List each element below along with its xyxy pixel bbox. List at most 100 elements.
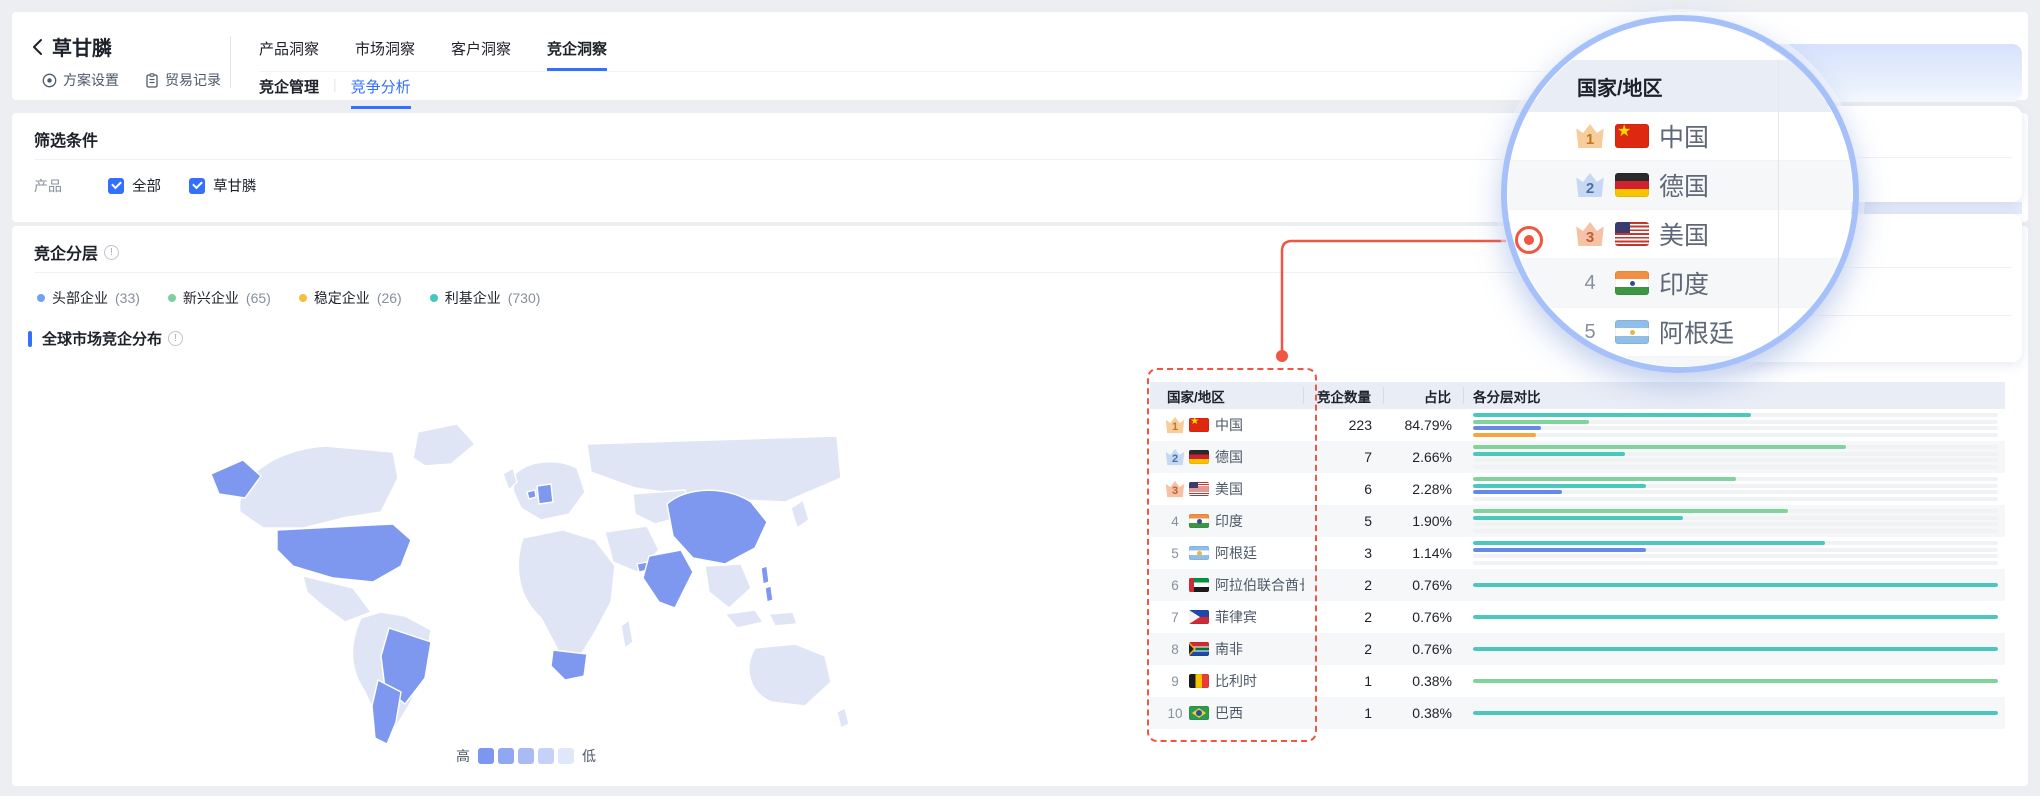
table-row[interactable]: 1中国22384.79% bbox=[1150, 409, 2005, 441]
magnifier-column-divider bbox=[1778, 60, 1779, 366]
cn-flag-icon bbox=[1189, 418, 1209, 432]
rank-slot: 4 bbox=[1575, 272, 1605, 295]
de-flag-icon bbox=[1615, 173, 1649, 197]
checkbox-label: 全部 bbox=[132, 175, 161, 196]
table-row[interactable]: 5阿根廷31.14% bbox=[1150, 537, 2005, 569]
info-icon[interactable]: ! bbox=[104, 245, 119, 260]
share-cell: 84.79% bbox=[1384, 409, 1464, 441]
product-checkbox-草甘膦[interactable]: 草甘膦 bbox=[189, 175, 257, 196]
bar-track bbox=[1473, 433, 1998, 437]
tab-竞企洞察[interactable]: 竞企洞察 bbox=[547, 24, 607, 71]
country-name: 比利时 bbox=[1215, 671, 1257, 691]
bar-track bbox=[1473, 583, 1998, 587]
col-share[interactable]: 占比 bbox=[1384, 387, 1464, 404]
br-flag-icon bbox=[1189, 706, 1209, 720]
table-row[interactable]: 3美国62.28% bbox=[1150, 473, 2005, 505]
scale-swatch bbox=[478, 748, 494, 764]
de-flag-icon bbox=[1189, 450, 1209, 464]
be-flag-icon bbox=[1189, 674, 1209, 688]
legend-item-emerging[interactable]: 新兴企业 (65) bbox=[168, 288, 271, 308]
legend-item-niche[interactable]: 利基企业 (730) bbox=[430, 288, 541, 308]
legend-dot-icon bbox=[299, 294, 307, 302]
stratification-legend: 头部企业 (33) 新兴企业 (65) 稳定企业 (26) 利基企业 (730) bbox=[37, 288, 540, 308]
count-cell: 2 bbox=[1304, 601, 1384, 633]
country-name: 南非 bbox=[1215, 639, 1243, 659]
layer-bars bbox=[1473, 679, 1998, 683]
distribution-title: 全球市场竞企分布 bbox=[42, 328, 162, 349]
bar-fill-niche bbox=[1473, 484, 1646, 488]
back-chevron-icon[interactable] bbox=[32, 38, 44, 56]
layers-cell bbox=[1464, 505, 2005, 537]
rank-slot: 6 bbox=[1165, 578, 1185, 593]
rank-slot: 8 bbox=[1165, 642, 1185, 657]
count-cell: 1 bbox=[1304, 665, 1384, 697]
layer-bars bbox=[1473, 509, 1998, 533]
country-cell: 10巴西 bbox=[1150, 697, 1304, 729]
country-name: 阿根廷 bbox=[1215, 543, 1257, 563]
table-row[interactable]: 6阿拉伯联合酋长20.76% bbox=[1150, 569, 2005, 601]
plan-settings-button[interactable]: 方案设置 bbox=[42, 70, 119, 90]
info-icon[interactable]: ! bbox=[168, 331, 183, 346]
bar-track bbox=[1473, 420, 1998, 424]
layers-cell bbox=[1464, 473, 2005, 505]
table-body: 1中国22384.79%2德国72.66%3美国62.28%4印度51.90%5… bbox=[1150, 409, 2005, 729]
layer-bars bbox=[1473, 647, 1998, 651]
trade-records-button[interactable]: 贸易记录 bbox=[145, 70, 221, 90]
col-country[interactable]: 国家/地区 bbox=[1150, 387, 1304, 404]
table-row[interactable]: 7菲律宾20.76% bbox=[1150, 601, 2005, 633]
scale-high-label: 高 bbox=[456, 746, 470, 766]
share-cell: 0.38% bbox=[1384, 665, 1464, 697]
tab-市场洞察[interactable]: 市场洞察 bbox=[355, 24, 415, 71]
stratification-title: 竞企分层 bbox=[34, 240, 98, 264]
legend-item-top[interactable]: 头部企业 (33) bbox=[37, 288, 140, 308]
bar-fill-top bbox=[1473, 548, 1646, 552]
country-cell: 6阿拉伯联合酋长 bbox=[1150, 569, 1304, 601]
legend-item-stable[interactable]: 稳定企业 (26) bbox=[299, 288, 402, 308]
header-divider bbox=[230, 36, 231, 88]
scale-swatch bbox=[558, 748, 574, 764]
layers-cell bbox=[1464, 665, 2005, 697]
checkbox-checked-icon[interactable] bbox=[108, 178, 124, 194]
bar-track bbox=[1473, 561, 1998, 565]
bar-track bbox=[1473, 522, 1998, 526]
table-row[interactable]: 8南非20.76% bbox=[1150, 633, 2005, 665]
magnifier-table-header: 国家/地区 bbox=[1508, 60, 1852, 112]
count-cell: 2 bbox=[1304, 633, 1384, 665]
rank-number: 9 bbox=[1171, 674, 1179, 689]
table-row[interactable]: 2德国72.66% bbox=[1150, 441, 2005, 473]
layers-cell bbox=[1464, 441, 2005, 473]
legend-count: (730) bbox=[508, 290, 541, 306]
subtab-竞企管理[interactable]: 竞企管理 bbox=[259, 76, 319, 109]
country-name: 印度 bbox=[1215, 511, 1243, 531]
table-row[interactable]: 10巴西10.38% bbox=[1150, 697, 2005, 729]
layer-bars bbox=[1473, 445, 1998, 469]
rank-slot: 5 bbox=[1575, 321, 1605, 344]
world-map[interactable] bbox=[185, 416, 855, 746]
table-row[interactable]: 9 比利时 10.38% bbox=[1150, 665, 2005, 697]
product-checkbox-全部[interactable]: 全部 bbox=[108, 175, 161, 196]
scale-swatch bbox=[498, 748, 514, 764]
col-count[interactable]: 竞企数量 bbox=[1304, 387, 1384, 404]
checkbox-checked-icon[interactable] bbox=[189, 178, 205, 194]
layer-bars bbox=[1473, 583, 1998, 587]
magnifier-row: 6阿拉伯联合酋长 bbox=[1508, 357, 1852, 366]
table-row[interactable]: 4印度51.90% bbox=[1150, 505, 2005, 537]
tab-客户洞察[interactable]: 客户洞察 bbox=[451, 24, 511, 71]
country-name: 美国 bbox=[1659, 216, 1709, 252]
share-cell: 2.66% bbox=[1384, 441, 1464, 473]
tab-产品洞察[interactable]: 产品洞察 bbox=[259, 24, 319, 71]
us-flag-icon bbox=[1615, 222, 1649, 246]
rank-slot: 3 bbox=[1165, 481, 1185, 498]
clipboard-icon bbox=[145, 73, 159, 88]
bar-fill-emerging bbox=[1473, 679, 1998, 683]
subtab-竞争分析[interactable]: 竞争分析 bbox=[351, 76, 411, 109]
in-flag-icon bbox=[1615, 271, 1649, 295]
rank-slot: 7 bbox=[1165, 610, 1185, 625]
col-layers[interactable]: 各分层对比 bbox=[1464, 387, 2005, 404]
magnifier-row: 1中国 bbox=[1508, 112, 1852, 161]
magnifier-row: 4印度 bbox=[1508, 259, 1852, 308]
rank-badge-crown-icon: 2 bbox=[1575, 173, 1605, 198]
rank-badge-crown-icon: 3 bbox=[1575, 222, 1605, 247]
bar-track bbox=[1473, 426, 1998, 430]
rank-badge-crown-icon: 1 bbox=[1165, 417, 1185, 434]
